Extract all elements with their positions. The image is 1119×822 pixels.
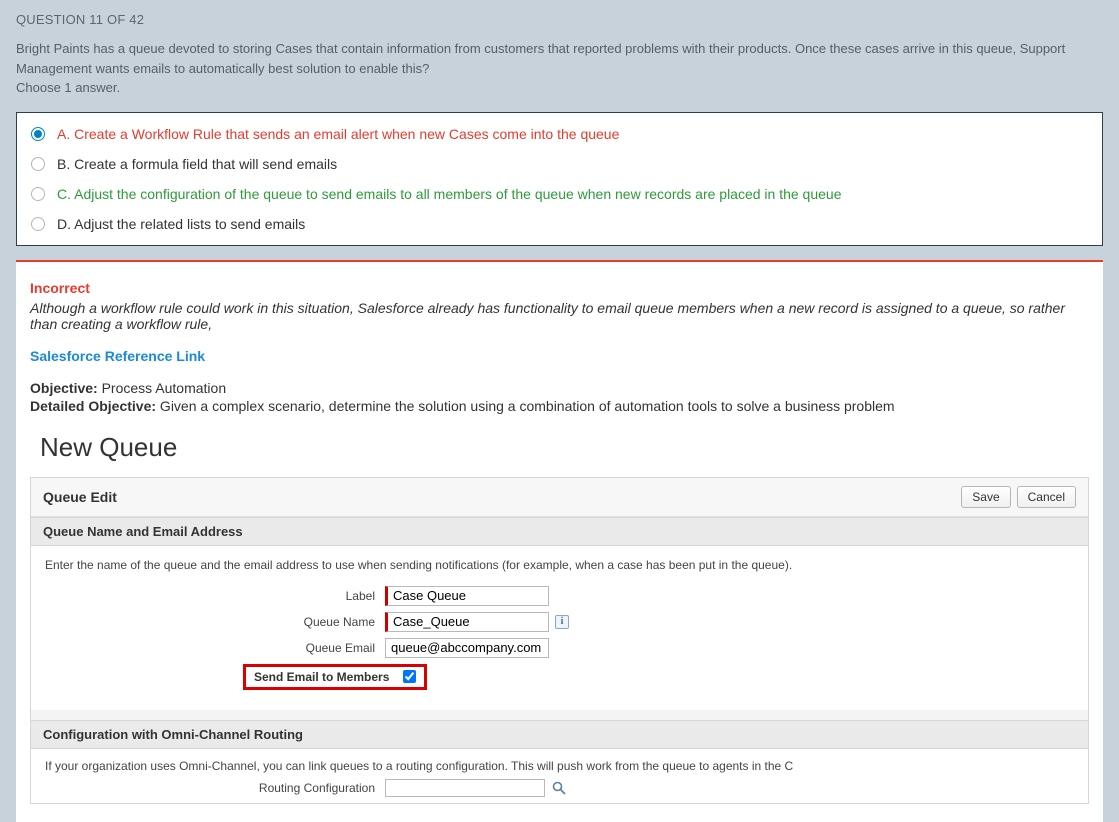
answer-b-text: B. Create a formula field that will send… — [57, 156, 337, 172]
question-text: Bright Paints has a queue devoted to sto… — [16, 39, 1103, 78]
detailed-objective-line: Detailed Objective: Given a complex scen… — [30, 398, 1089, 414]
cancel-button[interactable]: Cancel — [1017, 486, 1076, 508]
lookup-icon[interactable] — [551, 780, 567, 796]
sf-omni-description: If your organization uses Omni-Channel, … — [45, 759, 1074, 773]
sf-label-label: Label — [45, 589, 385, 603]
sf-section-body: Enter the name of the queue and the emai… — [31, 546, 1088, 710]
sf-row-label: Label — [45, 586, 1074, 606]
sf-section-omni: Configuration with Omni-Channel Routing — [31, 720, 1088, 749]
sf-omni-body: If your organization uses Omni-Channel, … — [31, 749, 1088, 803]
answer-c-text: C. Adjust the configuration of the queue… — [57, 186, 842, 202]
save-button[interactable]: Save — [961, 486, 1010, 508]
detailed-objective-text: Given a complex scenario, determine the … — [156, 398, 895, 414]
objective-line: Objective: Process Automation — [30, 380, 1089, 396]
sf-panel-title: Queue Edit — [43, 489, 117, 505]
answers-container: A. Create a Workflow Rule that sends an … — [16, 112, 1103, 246]
sf-checkbox-send-email[interactable] — [403, 670, 416, 683]
reference-link[interactable]: Salesforce Reference Link — [30, 348, 1089, 364]
sf-row-queue-email: Queue Email — [45, 638, 1074, 658]
sf-row-send-email: Send Email to Members — [45, 664, 1074, 690]
question-counter: QUESTION 11 OF 42 — [0, 0, 1119, 35]
answer-a[interactable]: A. Create a Workflow Rule that sends an … — [17, 119, 1102, 149]
answer-d-text: D. Adjust the related lists to send emai… — [57, 216, 305, 232]
detailed-objective-label: Detailed Objective: — [30, 398, 156, 414]
radio-b[interactable] — [31, 157, 45, 171]
answer-d[interactable]: D. Adjust the related lists to send emai… — [17, 209, 1102, 239]
answer-a-text: A. Create a Workflow Rule that sends an … — [57, 126, 619, 142]
sf-input-label[interactable] — [385, 586, 549, 606]
sf-page-title: New Queue — [40, 432, 1089, 463]
sf-edit-panel: Queue Edit Save Cancel Queue Name and Em… — [30, 477, 1089, 804]
feedback-status: Incorrect — [30, 280, 1089, 296]
sf-label-send-email: Send Email to Members — [254, 670, 389, 684]
sf-label-queue-email: Queue Email — [45, 641, 385, 655]
question-instruction: Choose 1 answer. — [16, 78, 1103, 98]
sf-input-routing[interactable] — [385, 779, 545, 797]
sf-panel-header: Queue Edit Save Cancel — [31, 478, 1088, 517]
sf-section-description: Enter the name of the queue and the emai… — [45, 558, 1074, 572]
answer-c[interactable]: C. Adjust the configuration of the queue… — [17, 179, 1102, 209]
radio-d[interactable] — [31, 217, 45, 231]
feedback-explanation: Although a workflow rule could work in t… — [30, 300, 1089, 332]
answer-b[interactable]: B. Create a formula field that will send… — [17, 149, 1102, 179]
sf-row-routing: Routing Configuration — [45, 779, 1074, 797]
objective-text: Process Automation — [98, 380, 226, 396]
radio-c[interactable] — [31, 187, 45, 201]
sf-label-routing: Routing Configuration — [45, 781, 385, 795]
info-icon[interactable]: i — [555, 615, 569, 629]
sf-input-queue-email[interactable] — [385, 638, 549, 658]
sf-section-name-email: Queue Name and Email Address — [31, 517, 1088, 546]
objective-label: Objective: — [30, 380, 98, 396]
sf-label-queue-name: Queue Name — [45, 615, 385, 629]
highlight-send-email: Send Email to Members — [243, 664, 427, 690]
feedback-panel: Incorrect Although a workflow rule could… — [16, 260, 1103, 822]
radio-a[interactable] — [31, 127, 45, 141]
reference-screenshot: New Queue Queue Edit Save Cancel Queue N… — [30, 432, 1089, 804]
question-prompt: Bright Paints has a queue devoted to sto… — [0, 35, 1119, 112]
sf-row-queue-name: Queue Name i — [45, 612, 1074, 632]
sf-input-queue-name[interactable] — [385, 612, 549, 632]
